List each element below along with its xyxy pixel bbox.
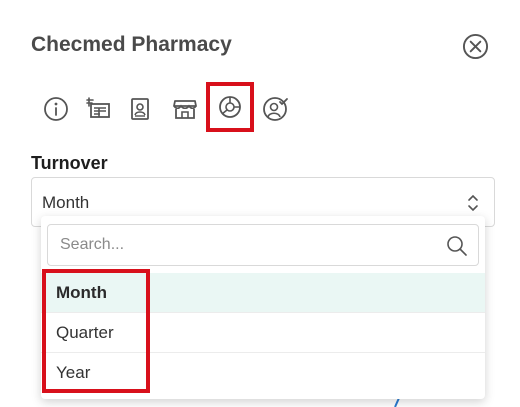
option-year[interactable]: Year — [41, 353, 485, 393]
user-check-icon — [263, 97, 288, 121]
tab-info[interactable] — [36, 89, 76, 129]
turnover-label: Turnover — [31, 153, 108, 173]
close-icon[interactable] — [462, 33, 489, 60]
pie-chart-icon — [219, 96, 241, 118]
invoice-icon — [86, 97, 110, 118]
page-title: Checmed Pharmacy — [31, 33, 232, 56]
info-icon — [44, 97, 68, 121]
option-month[interactable]: Month — [41, 273, 485, 313]
store-icon — [173, 100, 197, 119]
chevron-up-down-icon — [468, 194, 478, 212]
search-input[interactable] — [60, 234, 440, 256]
tab-turnover[interactable] — [206, 82, 254, 132]
option-quarter[interactable]: Quarter — [41, 313, 485, 353]
dropdown-search — [47, 224, 479, 266]
contact-card-icon — [131, 98, 149, 120]
period-select-value: Month — [42, 193, 90, 212]
tab-invoices[interactable] — [78, 89, 118, 129]
chart-line-fragment — [394, 398, 400, 407]
tab-contact[interactable] — [120, 89, 160, 129]
search-icon — [447, 236, 467, 256]
tab-store[interactable] — [165, 89, 205, 129]
tab-user-check[interactable] — [255, 89, 295, 129]
period-dropdown: Month Quarter Year — [41, 216, 485, 399]
tab-bar — [36, 82, 306, 132]
